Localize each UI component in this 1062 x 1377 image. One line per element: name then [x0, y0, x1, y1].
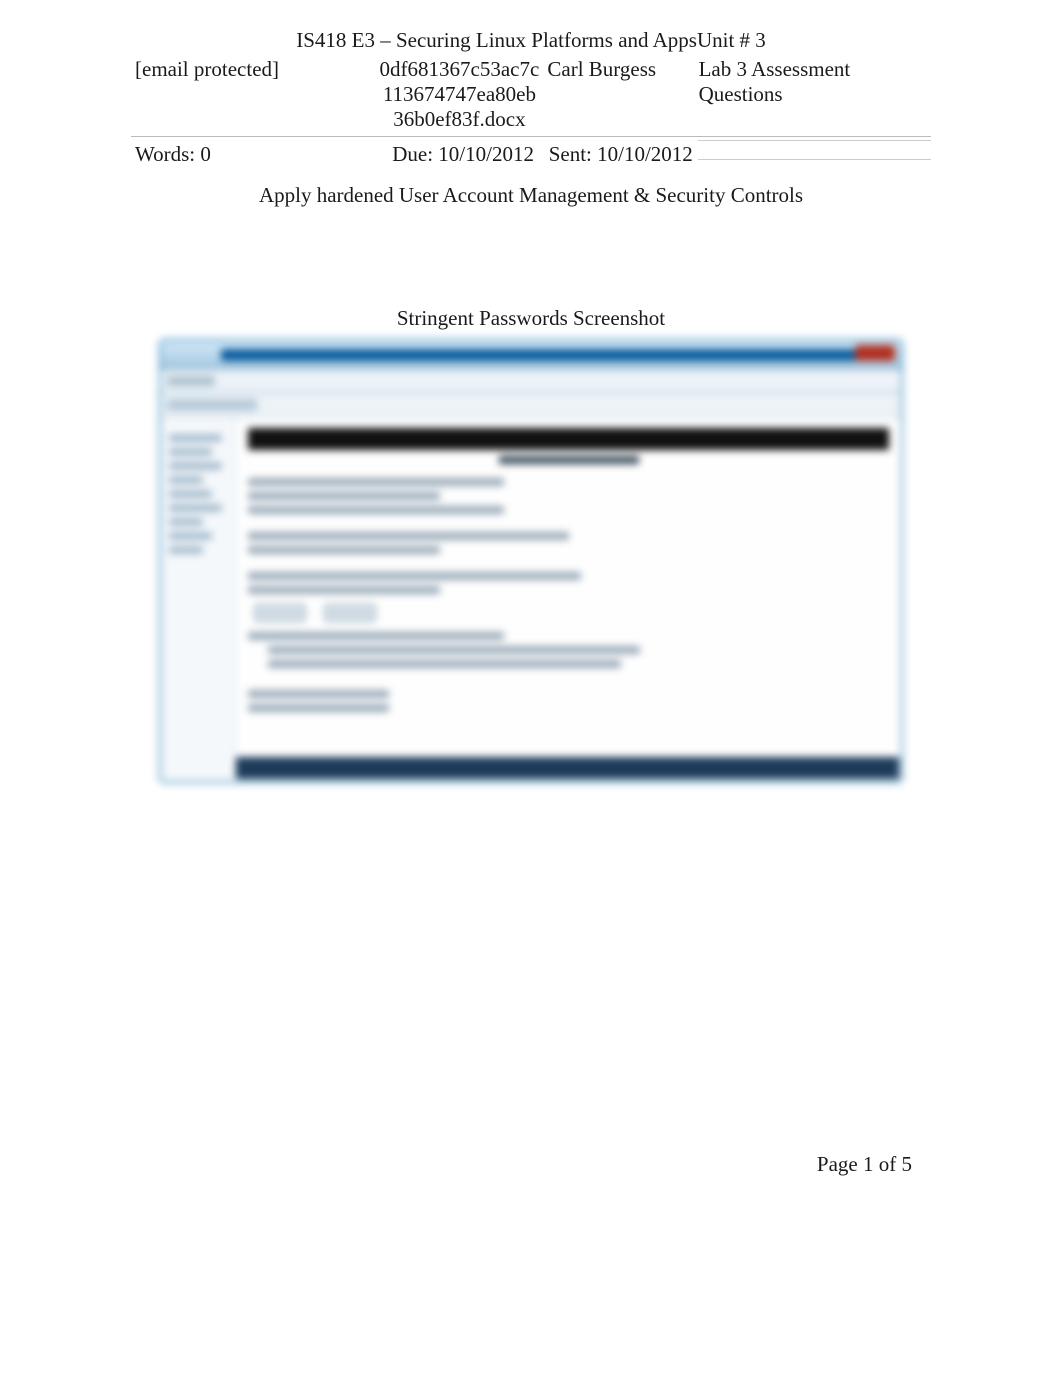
text-line — [248, 704, 389, 712]
sidebar-item[interactable] — [169, 532, 212, 540]
sidebar-item[interactable] — [169, 546, 203, 554]
metadata-table: [email protected] 0df681367c53ac7c 11367… — [131, 55, 931, 134]
filename-line-3: 36b0ef83f.docx — [379, 107, 539, 132]
screenshot-caption: Stringent Passwords Screenshot — [0, 306, 1062, 331]
window-toolbar — [161, 393, 901, 418]
sidebar-item[interactable] — [169, 518, 203, 526]
close-icon[interactable] — [855, 345, 895, 361]
toolbar-item[interactable] — [167, 399, 257, 411]
text-line — [248, 586, 440, 594]
filename-line-1: 0df681367c53ac7c — [379, 57, 539, 82]
window-content — [236, 418, 901, 783]
text-line — [248, 492, 440, 500]
text-line — [248, 572, 581, 580]
window-sidebar — [161, 418, 236, 783]
sidebar-item[interactable] — [169, 462, 222, 470]
page-number: Page 1 of 5 — [817, 1152, 912, 1177]
embedded-screenshot — [159, 339, 903, 783]
document-page: IS418 E3 – Securing Linux Platforms and … — [0, 0, 1062, 1377]
text-line — [248, 632, 504, 640]
sidebar-item[interactable] — [169, 504, 222, 512]
content-header-bar — [248, 428, 889, 450]
sent-label: Sent: 10/10/2012 — [545, 140, 699, 169]
metadata-row-2: Words: 0 Due: 10/10/2012 Sent: 10/10/201… — [131, 140, 931, 169]
course-title: IS418 E3 – Securing Linux Platforms and … — [0, 0, 1062, 53]
text-line — [268, 646, 640, 654]
text-line — [268, 660, 621, 668]
dialog-button[interactable] — [324, 604, 376, 622]
section-title: Apply hardened User Account Management &… — [0, 183, 1062, 208]
assignment-cell: Lab 3 Assessment Questions — [695, 55, 931, 134]
sidebar-item[interactable] — [169, 448, 212, 456]
student-cell: Carl Burgess — [543, 55, 694, 134]
filename-cell: 0df681367c53ac7c 113674747ea80eb 36b0ef8… — [375, 55, 543, 134]
text-line — [248, 690, 389, 698]
content-footer-bar — [236, 757, 899, 779]
content-subtitle — [499, 456, 639, 464]
sidebar-item[interactable] — [169, 476, 203, 484]
grade-box — [698, 140, 931, 160]
window-titlebar — [161, 341, 901, 370]
window-menubar — [161, 370, 901, 393]
text-line — [248, 478, 504, 486]
text-line — [248, 506, 504, 514]
email-cell: [email protected] — [131, 55, 375, 134]
button-row — [254, 604, 889, 622]
menu-item[interactable] — [167, 376, 215, 386]
separator — [131, 136, 931, 138]
sidebar-item[interactable] — [169, 490, 212, 498]
text-line — [248, 546, 440, 554]
window-body — [161, 418, 901, 783]
filename-line-2: 113674747ea80eb — [379, 82, 539, 107]
words-label: Words: 0 — [131, 140, 382, 169]
text-line — [248, 532, 569, 540]
sidebar-item[interactable] — [169, 434, 222, 442]
dialog-button[interactable] — [254, 604, 306, 622]
due-label: Due: 10/10/2012 — [382, 140, 545, 169]
titlebar-text-strip — [221, 349, 861, 361]
